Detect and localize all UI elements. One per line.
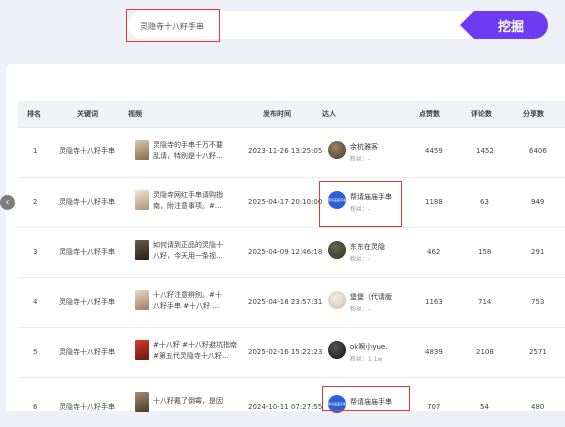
comments-cell: 714 bbox=[478, 298, 492, 306]
shares-cell: 2571 bbox=[529, 348, 547, 356]
keyword-cell: 灵隐寺十八籽手串 bbox=[59, 147, 115, 155]
keyword-cell: 灵隐寺十八籽手串 bbox=[59, 198, 115, 206]
talent-fans: 粉丝：- bbox=[350, 156, 371, 163]
talent-avatar[interactable]: 帮请庙庙手串 bbox=[328, 191, 346, 209]
keyword-cell: 灵隐寺十八籽手串 bbox=[59, 248, 115, 256]
header-publish-time[interactable]: 发布时间 bbox=[263, 110, 291, 119]
keyword-cell: 灵隐寺十八籽手串 bbox=[59, 298, 115, 306]
publish-time-cell: 2025-02-16 15:22:23 bbox=[248, 348, 323, 356]
video-title-line[interactable]: 灵隐寺的手串千万不要 bbox=[153, 140, 241, 150]
shares-cell: 291 bbox=[531, 248, 545, 256]
video-title-line[interactable]: 十八籽注意辨别。#十 bbox=[153, 290, 241, 300]
results-panel: 排名 关键词 视频 发布时间 达人 点赞数 评论数 分享数 1 灵隐寺十八籽手串… bbox=[6, 64, 565, 413]
comments-cell: 2108 bbox=[476, 348, 494, 356]
avatar-badge-text: 帮请庙庙手串 bbox=[328, 198, 347, 202]
video-title-line[interactable]: 南，附注意事项。#… bbox=[153, 201, 241, 211]
likes-cell: 462 bbox=[427, 248, 441, 256]
likes-cell: 4459 bbox=[425, 147, 443, 155]
talent-avatar[interactable] bbox=[328, 341, 346, 359]
video-title-line[interactable]: 十八籽戴了倒霉，是因 bbox=[153, 396, 241, 406]
publish-time-cell: 2023-11-26 13:25:05 bbox=[248, 147, 323, 155]
likes-cell: 1163 bbox=[425, 298, 443, 306]
publish-time-cell: 2025-04-18 23:57:31 bbox=[248, 298, 323, 306]
video-title-line[interactable]: 八籽手串 #十八籽 … bbox=[153, 301, 241, 311]
talent-fans: 粉丝：- bbox=[350, 256, 371, 263]
table-row[interactable]: 4 灵隐寺十八籽手串 十八籽注意辨别。#十 八籽手串 #十八籽 … 2025-0… bbox=[18, 277, 565, 328]
search-input[interactable] bbox=[138, 17, 392, 35]
video-thumbnail[interactable] bbox=[135, 240, 149, 260]
publish-time-cell: 2025-04-17 20:10:00 bbox=[248, 198, 323, 206]
chevron-left-icon: ‹ bbox=[5, 197, 10, 208]
video-title-line[interactable]: 如何请到正品的灵隐十 bbox=[153, 240, 241, 250]
header-video[interactable]: 视频 bbox=[128, 110, 142, 119]
table-row[interactable]: 5 灵隐寺十八籽手串 #十八籽 #十八籽避坑指南 #第五代灵隐寺十八籽… 202… bbox=[18, 327, 565, 378]
header-comments[interactable]: 评论数 bbox=[471, 110, 492, 119]
video-thumbnail[interactable] bbox=[135, 190, 149, 210]
talent-avatar[interactable] bbox=[328, 141, 346, 159]
video-title-line[interactable]: 乱请，特别是十八籽… bbox=[153, 151, 241, 161]
shares-cell: 753 bbox=[531, 298, 545, 306]
talent-name[interactable]: 东东在灵隐 bbox=[350, 242, 385, 252]
rank-cell: 3 bbox=[33, 248, 38, 256]
talent-avatar[interactable] bbox=[328, 291, 346, 309]
video-thumbnail[interactable] bbox=[135, 340, 149, 360]
video-thumbnail[interactable] bbox=[135, 290, 149, 310]
shares-cell: 6406 bbox=[529, 147, 547, 155]
talent-name[interactable]: 帮请庙庙手串 bbox=[350, 397, 392, 407]
header-keyword[interactable]: 关键词 bbox=[77, 110, 98, 119]
carousel-prev-button[interactable]: ‹ bbox=[0, 195, 15, 210]
dig-button[interactable]: 挖掘 bbox=[460, 11, 548, 39]
table-row[interactable]: 6 灵隐寺十八籽手串 十八籽戴了倒霉，是因 2024-10-11 07:27:5… bbox=[18, 377, 565, 427]
publish-time-cell: 2025-04-09 12:46:18 bbox=[248, 248, 323, 256]
talent-fans: 粉丝：- bbox=[350, 306, 371, 313]
shares-cell: 949 bbox=[531, 198, 545, 206]
talent-fans: 粉丝：- bbox=[350, 206, 371, 213]
rank-cell: 5 bbox=[33, 348, 38, 356]
rank-cell: 4 bbox=[33, 298, 38, 306]
table-header: 排名 关键词 视频 发布时间 达人 点赞数 评论数 分享数 bbox=[18, 101, 565, 128]
talent-fans: 粉丝：1.1w bbox=[350, 356, 383, 363]
header-likes[interactable]: 点赞数 bbox=[419, 110, 440, 119]
table-row[interactable]: 3 灵隐寺十八籽手串 如何请到正品的灵隐十 八籽，今天用一条视… 2025-04… bbox=[18, 227, 565, 278]
rank-cell: 1 bbox=[33, 147, 38, 155]
table-row[interactable]: 1 灵隐寺十八籽手串 灵隐寺的手串千万不要 乱请，特别是十八籽… 2023-11… bbox=[18, 127, 565, 178]
comments-cell: 1452 bbox=[476, 147, 494, 155]
header-talent[interactable]: 达人 bbox=[322, 110, 336, 119]
talent-name[interactable]: 堡堡（代请版 bbox=[350, 292, 392, 302]
talent-name[interactable]: ok啊小yue. bbox=[350, 342, 387, 352]
rank-cell: 2 bbox=[33, 198, 38, 206]
header-shares[interactable]: 分享数 bbox=[523, 110, 544, 119]
video-title-line[interactable]: 八籽，今天用一条视… bbox=[153, 251, 241, 261]
video-title-line[interactable]: 灵隐寺网红手串请购指 bbox=[153, 190, 241, 200]
header-rank[interactable]: 排名 bbox=[27, 110, 41, 119]
video-thumbnail[interactable] bbox=[135, 392, 149, 412]
video-title-line[interactable]: #第五代灵隐寺十八籽… bbox=[153, 351, 241, 361]
comments-cell: 158 bbox=[478, 248, 492, 256]
video-title-line[interactable]: #十八籽 #十八籽避坑指南 bbox=[153, 340, 241, 350]
talent-avatar[interactable]: 帮请庙庙手串 bbox=[328, 395, 346, 413]
likes-cell: 1188 bbox=[425, 198, 443, 206]
video-thumbnail[interactable] bbox=[135, 140, 149, 160]
table-row[interactable]: 2 灵隐寺十八籽手串 灵隐寺网红手串请购指 南，附注意事项。#… 2025-04… bbox=[18, 177, 565, 228]
talent-avatar[interactable] bbox=[328, 241, 346, 259]
top-bar: 挖掘 bbox=[0, 0, 565, 62]
talent-name[interactable]: 帮请庙庙手串 bbox=[350, 192, 392, 202]
comments-cell: 63 bbox=[480, 198, 489, 206]
keyword-cell: 灵隐寺十八籽手串 bbox=[59, 348, 115, 356]
talent-name[interactable]: 余杭雅客 bbox=[350, 142, 378, 152]
avatar-badge-text: 帮请庙庙手串 bbox=[328, 402, 347, 406]
likes-cell: 4839 bbox=[425, 348, 443, 356]
